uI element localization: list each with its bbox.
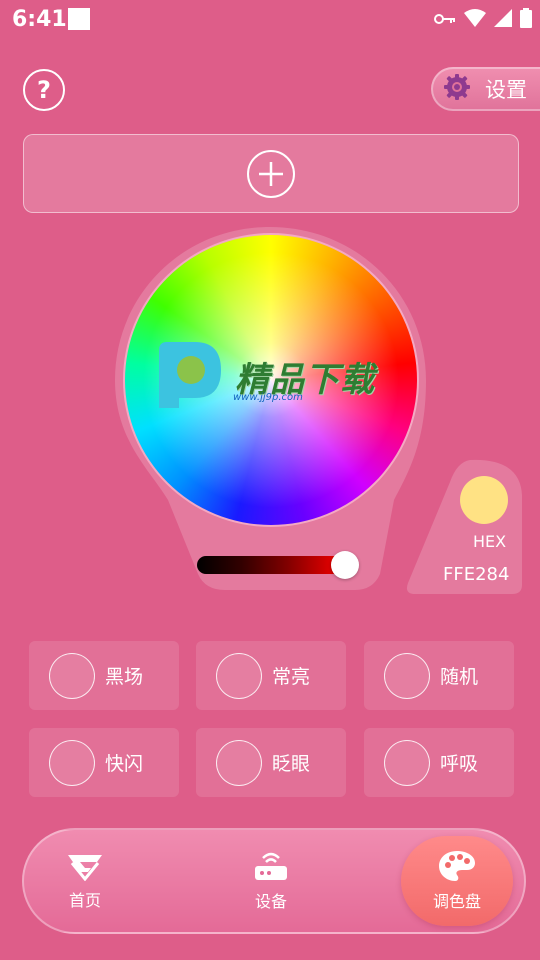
brightness-slider-thumb[interactable] xyxy=(331,551,359,579)
mode-label: 眨眼 xyxy=(272,753,311,775)
watermark-url: www.jj9p.com xyxy=(233,392,303,403)
mode-label: 快闪 xyxy=(105,753,144,775)
nav-label-devices: 设备 xyxy=(254,892,287,911)
nav-item-devices[interactable]: 设备 xyxy=(201,828,341,934)
nav-item-home[interactable]: 首页 xyxy=(15,828,155,934)
palette-icon xyxy=(439,851,475,881)
router-icon xyxy=(255,852,287,880)
watermark-logo-icon xyxy=(159,342,221,408)
nav-label-palette: 调色盘 xyxy=(432,892,481,911)
mode-circle-icon xyxy=(216,739,262,786)
nav-item-palette[interactable]: 调色盘 xyxy=(387,828,527,934)
mode-circle-icon xyxy=(49,652,95,699)
mode-button-blink[interactable]: 眨眼 xyxy=(196,728,346,797)
mode-label: 常亮 xyxy=(272,666,311,688)
mode-button-random[interactable]: 随机 xyxy=(364,641,514,710)
mode-circle-icon xyxy=(384,739,430,786)
mode-button-steady[interactable]: 常亮 xyxy=(196,641,346,710)
brightness-slider[interactable] xyxy=(197,556,347,574)
nav-label-home: 首页 xyxy=(68,891,101,910)
home-logo-icon xyxy=(68,855,102,881)
watermark: 精品下载 www.jj9p.com xyxy=(155,340,395,420)
mode-circle-icon xyxy=(216,652,262,699)
mode-button-flash[interactable]: 快闪 xyxy=(29,728,179,797)
mode-button-breathe[interactable]: 呼吸 xyxy=(364,728,514,797)
hex-value[interactable]: FFE284 xyxy=(443,564,509,585)
mode-label: 呼吸 xyxy=(440,753,479,775)
mode-label: 黑场 xyxy=(105,666,144,688)
mode-circle-icon xyxy=(49,739,95,786)
hex-label: HEX xyxy=(473,532,507,551)
mode-button-blackout[interactable]: 黑场 xyxy=(29,641,179,710)
mode-label: 随机 xyxy=(440,666,479,688)
hex-color-swatch xyxy=(460,476,508,524)
mode-circle-icon xyxy=(384,652,430,699)
